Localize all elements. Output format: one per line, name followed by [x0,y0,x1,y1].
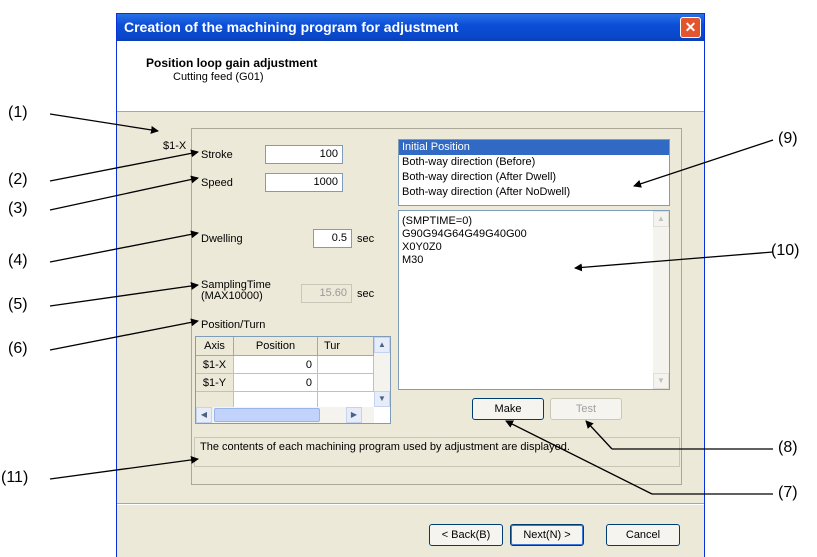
callout-line-2 [49,149,199,182]
callout-label-8: (8) [778,439,798,456]
callout-line-6 [49,318,199,351]
callout-label-2: (2) [8,171,28,188]
callout-line-8b [585,420,613,450]
callout-lines [49,113,774,495]
callout-line-9 [633,139,774,188]
callout-line-7b [505,420,653,495]
callout-line-5 [49,282,199,307]
callout-label-6: (6) [8,340,28,357]
callout-label-3: (3) [8,200,28,217]
callout-line-10 [574,251,774,272]
callout-line-11 [49,455,199,480]
callout-line-4 [49,230,199,263]
callout-label-11: (11) [1,469,29,486]
callout-label-10: (10) [771,242,800,259]
callout-label-7: (7) [778,484,798,501]
callout-line-1 [49,113,159,134]
callout-label-1: (1) [8,104,28,121]
callout-line-3 [49,175,199,211]
callout-label-4: (4) [8,252,28,269]
callout-label-9: (9) [778,130,798,147]
callout-label-5: (5) [8,296,28,313]
